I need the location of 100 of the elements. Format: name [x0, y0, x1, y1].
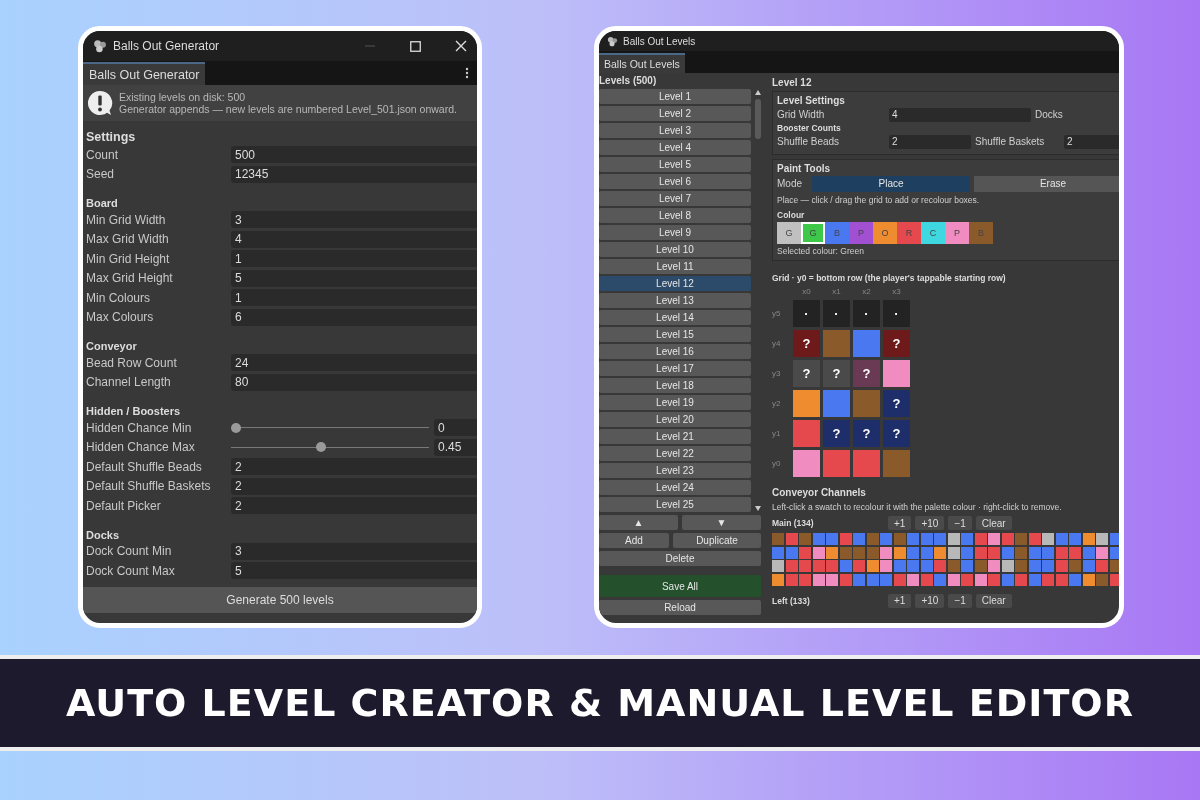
level-list-item[interactable]: Level 13 [599, 293, 751, 308]
level-list-item[interactable]: Level 19 [599, 395, 751, 410]
bead-swatch[interactable] [1096, 560, 1108, 572]
bead-swatch[interactable] [1015, 573, 1027, 586]
grid-cell[interactable]: ? [883, 330, 910, 357]
bead-swatch[interactable] [839, 560, 852, 572]
grid-cell[interactable]: · [883, 300, 910, 327]
bead-swatch[interactable] [812, 573, 825, 586]
number-field[interactable]: 4 [889, 107, 1031, 122]
bead-swatch[interactable] [934, 533, 946, 545]
save-all-button[interactable]: Save All [599, 575, 761, 597]
bead-swatch[interactable] [1082, 573, 1095, 586]
grid-cell[interactable] [883, 360, 910, 387]
bead-swatch[interactable] [947, 533, 960, 545]
number-field[interactable]: 5 [231, 562, 477, 580]
level-list-item[interactable]: Level 10 [599, 242, 751, 257]
grid-cell[interactable] [853, 330, 880, 357]
bead-swatch[interactable] [1055, 546, 1068, 559]
level-list-item[interactable]: Level 3 [599, 123, 751, 138]
bead-swatch[interactable] [1069, 533, 1081, 545]
bead-swatch[interactable] [839, 573, 852, 586]
level-list-item[interactable]: Level 11 [599, 259, 751, 274]
bead-swatch[interactable] [772, 546, 784, 559]
grid-cell[interactable] [883, 450, 910, 477]
grid-cell[interactable] [853, 450, 880, 477]
delete-button[interactable]: Delete [599, 551, 761, 566]
channel-button[interactable]: Clear [975, 593, 1012, 608]
duplicate-button[interactable]: Duplicate [673, 533, 761, 548]
level-list-item[interactable]: Level 15 [599, 327, 751, 342]
bead-swatch[interactable] [947, 560, 960, 572]
level-list-item[interactable]: Level 21 [599, 429, 751, 444]
level-list-item[interactable]: Level 16 [599, 344, 751, 359]
grid-cell[interactable] [793, 390, 820, 417]
grid-cell[interactable] [823, 330, 850, 357]
bead-swatch[interactable] [799, 533, 811, 545]
bead-swatch[interactable] [1028, 573, 1041, 586]
scrollbar[interactable] [755, 89, 761, 512]
bead-swatch[interactable] [1028, 560, 1041, 572]
bead-swatch[interactable] [1109, 573, 1119, 586]
bead-swatch[interactable] [853, 533, 865, 545]
bead-swatch[interactable] [853, 546, 865, 559]
number-field[interactable]: 3 [231, 542, 477, 560]
bead-swatch[interactable] [1055, 573, 1068, 586]
bead-swatch[interactable] [866, 560, 879, 572]
bead-swatch[interactable] [799, 546, 811, 559]
level-list-item[interactable]: Level 7 [599, 191, 751, 206]
add-button[interactable]: Add [599, 533, 669, 548]
number-field[interactable]: 4 [231, 230, 477, 248]
bead-swatch[interactable] [1001, 560, 1014, 572]
reload-button[interactable]: Reload [599, 600, 761, 615]
channel-button[interactable]: +10 [915, 593, 945, 608]
number-field[interactable]: 0.45 [434, 438, 477, 456]
channel-button[interactable]: −1 [948, 593, 972, 608]
bead-swatch[interactable] [974, 560, 987, 572]
bead-swatch[interactable] [1109, 546, 1119, 559]
number-field[interactable]: 6 [231, 308, 477, 326]
number-field[interactable]: 0 [434, 419, 477, 437]
bead-swatch[interactable] [893, 573, 906, 586]
bead-swatch[interactable] [893, 560, 906, 572]
bead-swatch[interactable] [1001, 533, 1014, 545]
grid-cell[interactable]: ? [883, 390, 910, 417]
grid-cell[interactable]: ? [853, 360, 880, 387]
number-field[interactable]: 2 [1064, 134, 1119, 149]
bead-swatch[interactable] [826, 533, 838, 545]
bead-swatch[interactable] [853, 573, 865, 586]
level-list-item[interactable]: Level 12 [599, 276, 751, 291]
bead-swatch[interactable] [1096, 573, 1108, 586]
bead-swatch[interactable] [1069, 560, 1081, 572]
number-field[interactable]: 2 [231, 458, 477, 476]
slider[interactable] [231, 421, 429, 434]
bead-swatch[interactable] [907, 560, 919, 572]
bead-swatch[interactable] [1001, 546, 1014, 559]
bead-swatch[interactable] [1109, 560, 1119, 572]
bead-swatch[interactable] [1082, 533, 1095, 545]
bead-swatch[interactable] [961, 546, 973, 559]
bead-swatch[interactable] [799, 560, 811, 572]
number-field[interactable]: 2 [889, 134, 971, 149]
colour-swatch[interactable]: G [777, 222, 801, 244]
number-field[interactable]: 1 [231, 250, 477, 268]
bead-swatch[interactable] [1015, 546, 1027, 559]
bead-swatch[interactable] [1042, 560, 1054, 572]
bead-swatch[interactable] [974, 533, 987, 545]
move-down-button[interactable]: ▼ [682, 515, 761, 530]
bead-swatch[interactable] [961, 573, 973, 586]
bead-swatch[interactable] [961, 560, 973, 572]
bead-swatch[interactable] [839, 546, 852, 559]
level-list-item[interactable]: Level 4 [599, 140, 751, 155]
mode-button[interactable]: Erase [974, 175, 1119, 192]
bead-swatch[interactable] [920, 546, 933, 559]
bead-swatch[interactable] [961, 533, 973, 545]
bead-swatch[interactable] [920, 573, 933, 586]
channel-button[interactable]: +1 [888, 516, 912, 530]
number-field[interactable]: 500 [231, 146, 477, 164]
number-field[interactable]: 24 [231, 354, 477, 372]
bead-swatch[interactable] [1055, 560, 1068, 572]
bead-swatch[interactable] [1001, 573, 1014, 586]
bead-swatch[interactable] [920, 533, 933, 545]
bead-swatch[interactable] [1042, 546, 1054, 559]
number-field[interactable]: 2 [231, 497, 477, 515]
colour-swatch[interactable]: O [873, 222, 897, 244]
